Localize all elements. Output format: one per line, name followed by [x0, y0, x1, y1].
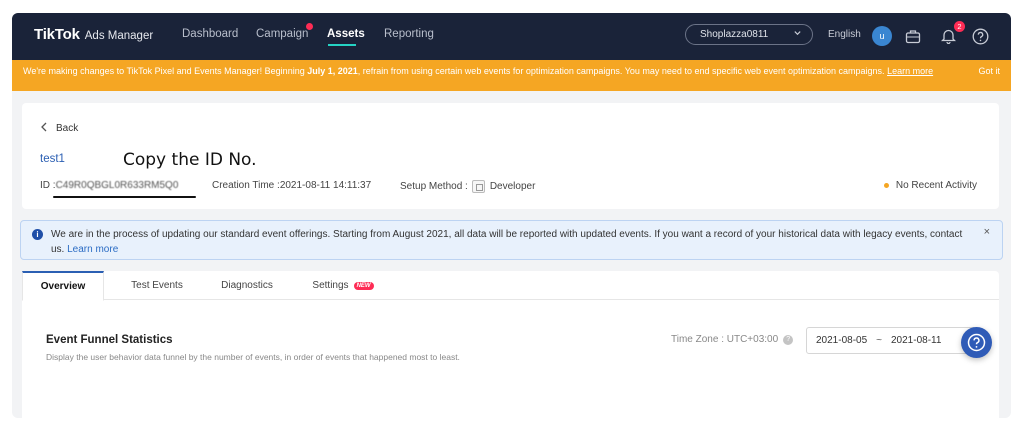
- app-window: TikTok Ads Manager Dashboard Campaign As…: [12, 13, 1011, 418]
- creation-value: 2021-08-11 14:11:37: [279, 180, 372, 191]
- timezone-text: Time Zone : UTC+03:00: [671, 334, 779, 345]
- top-nav: TikTok Ads Manager Dashboard Campaign As…: [12, 13, 1011, 60]
- setup-value: Developer: [489, 181, 536, 192]
- avatar[interactable]: u: [872, 26, 892, 46]
- section-description: Display the user behavior data funnel by…: [46, 352, 460, 362]
- annotation-text: Copy the ID No.: [123, 150, 257, 170]
- status-text: No Recent Activity: [895, 180, 977, 191]
- section-title: Event Funnel Statistics: [46, 334, 173, 346]
- pixel-id: ID : C49R0QBGL0R633RM5Q0: [40, 180, 178, 191]
- date-separator: ~: [876, 335, 882, 346]
- chevron-down-icon: [793, 28, 802, 39]
- logo-text: TikTok: [34, 26, 80, 43]
- tab-test-events[interactable]: Test Events: [112, 271, 202, 300]
- info-notice: i We are in the process of updating our …: [20, 220, 1003, 260]
- tab-bar: Overview Test Events Diagnostics Setting…: [22, 271, 999, 301]
- banner-text-start: We're making changes to TikTok Pixel and…: [23, 66, 308, 76]
- logo-subtitle: Ads Manager: [84, 30, 154, 42]
- setup-method: Setup Method : Developer: [400, 180, 535, 193]
- nav-campaign[interactable]: Campaign: [256, 28, 308, 40]
- tab-overview[interactable]: Overview: [22, 271, 104, 301]
- banner-learn-more-link[interactable]: Learn more: [887, 66, 933, 76]
- date-end: 2021-08-11: [891, 335, 942, 346]
- id-value[interactable]: C49R0QBGL0R633RM5Q0: [56, 180, 179, 191]
- account-selector[interactable]: Shoplazza0811: [685, 24, 813, 45]
- announcement-banner: We're making changes to TikTok Pixel and…: [12, 60, 1011, 91]
- notice-learn-more-link[interactable]: Learn more: [67, 244, 118, 255]
- back-button[interactable]: Back: [40, 121, 78, 135]
- active-nav-indicator: [328, 44, 356, 46]
- creation-label: Creation Time :: [212, 180, 280, 191]
- question-icon: [967, 333, 986, 352]
- timezone-label: Time Zone : UTC+03:00 ?: [671, 334, 794, 345]
- status-dot-icon: [883, 183, 889, 188]
- help-button[interactable]: [961, 327, 992, 358]
- tiktok-logo[interactable]: TikTok Ads Manager: [34, 26, 153, 43]
- nav-dashboard[interactable]: Dashboard: [182, 28, 238, 40]
- avatar-initial: u: [879, 31, 885, 41]
- setup-label: Setup Method :: [400, 181, 468, 192]
- question-icon[interactable]: ?: [783, 334, 794, 345]
- pixel-header-card: Back test1 Copy the ID No. ID : C49R0QBG…: [22, 103, 999, 209]
- tab-label: Test Events: [131, 280, 183, 291]
- briefcase-icon[interactable]: [902, 25, 924, 47]
- tab-label: Settings: [312, 280, 349, 291]
- main-content: Overview Test Events Diagnostics Setting…: [22, 271, 999, 418]
- notice-message: We are in the process of updating our st…: [51, 227, 971, 257]
- creation-time: Creation Time : 2021-08-11 14:11:37: [212, 180, 371, 191]
- notification-badge: 2: [954, 21, 965, 32]
- banner-text-end: , refrain from using certain web events …: [357, 66, 888, 76]
- pixel-name: test1: [40, 153, 65, 165]
- info-icon: i: [32, 229, 43, 240]
- developer-icon: [471, 180, 485, 193]
- tab-label: Diagnostics: [221, 280, 273, 291]
- language-switcher[interactable]: English: [828, 29, 861, 40]
- id-label: ID :: [40, 180, 56, 191]
- chevron-left-icon: [40, 121, 48, 135]
- account-name: Shoplazza0811: [700, 29, 769, 40]
- nav-assets[interactable]: Assets: [327, 28, 365, 40]
- new-badge: NEW: [353, 281, 374, 290]
- annotation-underline: [53, 196, 196, 198]
- help-circle-icon[interactable]: [969, 25, 991, 47]
- campaign-notification-dot: [306, 23, 313, 30]
- banner-message: We're making changes to TikTok Pixel and…: [23, 66, 943, 77]
- status-badge: No Recent Activity: [883, 180, 977, 191]
- close-icon[interactable]: ×: [984, 226, 990, 238]
- back-label: Back: [56, 122, 79, 134]
- tab-settings[interactable]: Settings NEW: [298, 271, 388, 300]
- tab-diagnostics[interactable]: Diagnostics: [202, 271, 292, 300]
- date-range-picker[interactable]: 2021-08-05 ~ 2021-08-11: [806, 327, 977, 354]
- banner-date: July 1, 2021: [307, 66, 358, 76]
- notice-text: We are in the process of updating our st…: [51, 229, 963, 255]
- date-start: 2021-08-05: [816, 335, 868, 346]
- nav-reporting[interactable]: Reporting: [384, 28, 434, 40]
- tab-label: Overview: [40, 281, 86, 292]
- got-it-button[interactable]: Got it: [978, 66, 1000, 77]
